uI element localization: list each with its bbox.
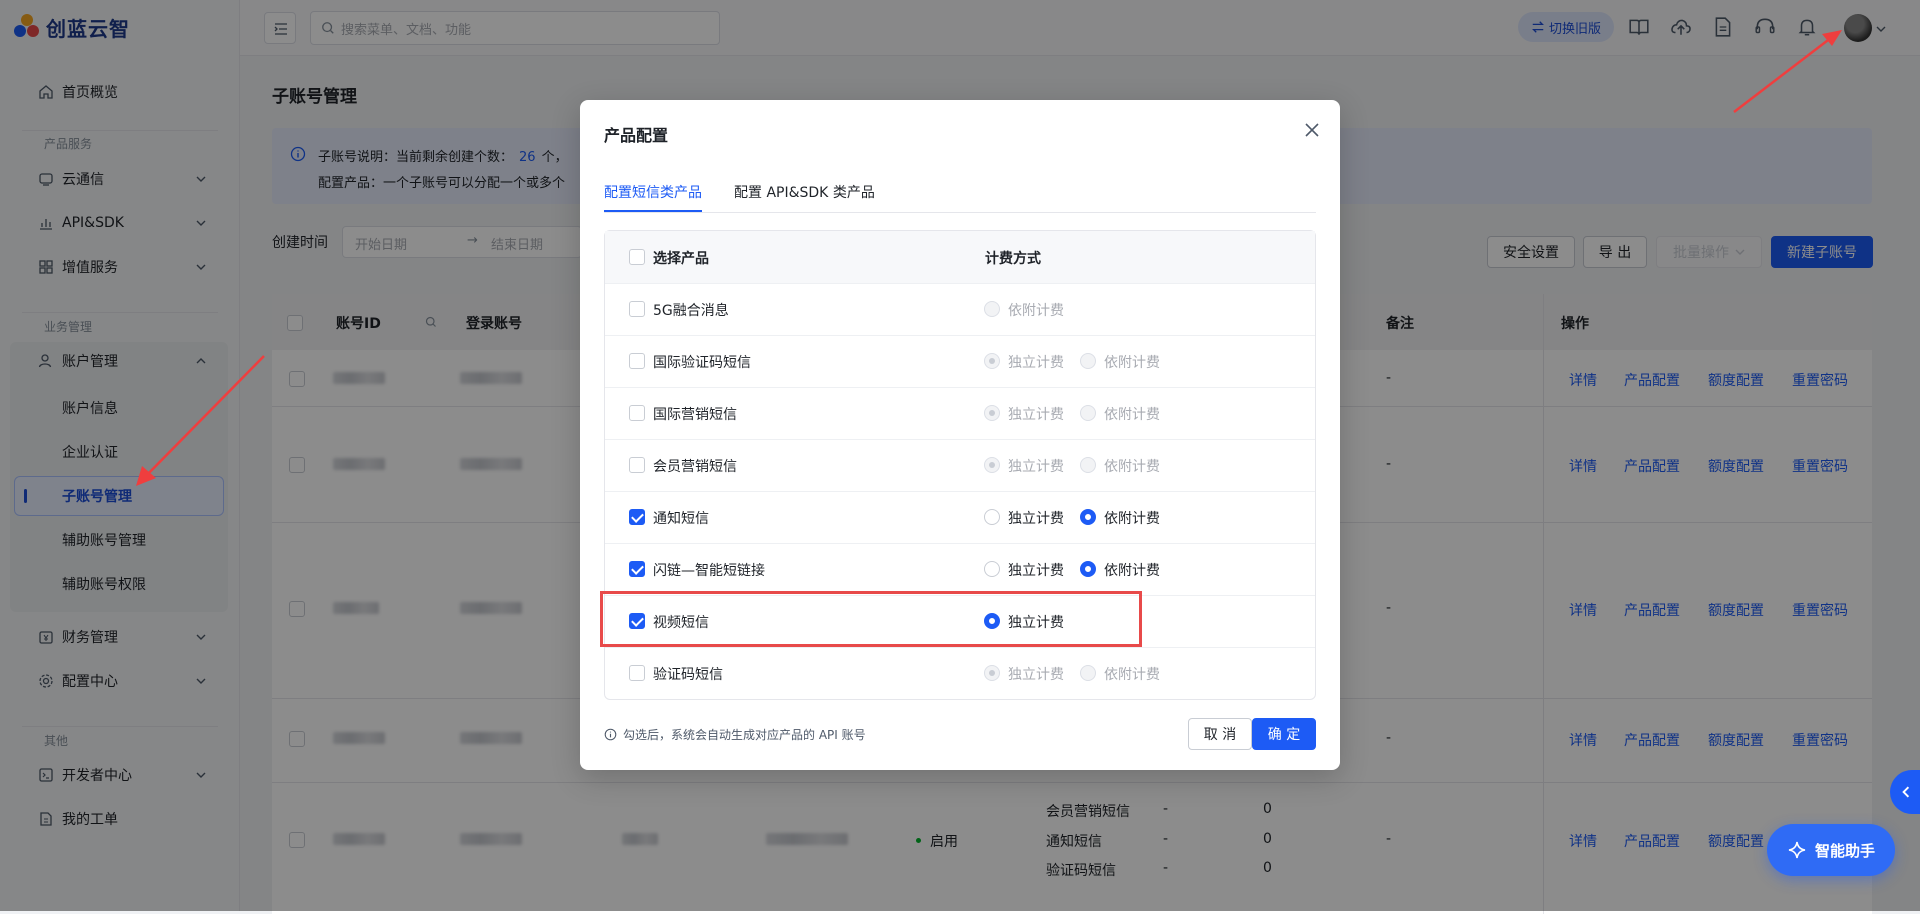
radio-label-independent: 独立计费 [1008,511,1064,527]
product-row-divider [605,335,1315,336]
product-checkbox-intl-verify[interactable] [629,353,645,369]
highlight-annotation-box [600,591,1142,647]
tab-api-sdk-products[interactable]: 配置 API&SDK 类产品 [734,182,875,202]
product-row-divider [605,283,1315,284]
radio-attached[interactable] [984,301,1000,317]
product-name-verify: 验证码短信 [653,667,723,683]
select-all-products-checkbox[interactable] [629,249,645,265]
product-checkbox-flash-link[interactable] [629,561,645,577]
product-checkbox-verify[interactable] [629,665,645,681]
product-checkbox-5g[interactable] [629,301,645,317]
col-select-product: 选择产品 [653,251,709,267]
product-row-divider [605,543,1315,544]
radio-label-attached: 依附计费 [1104,511,1160,527]
radio-label-independent: 独立计费 [1008,563,1064,579]
product-row-divider [605,491,1315,492]
radio-attached[interactable] [1080,405,1096,421]
info-icon [604,728,617,741]
product-name-flash-link: 闪链—智能短链接 [653,563,765,579]
chevron-left-icon [1902,786,1910,798]
product-name-intl-marketing: 国际营销短信 [653,407,737,423]
product-checkbox-intl-marketing[interactable] [629,405,645,421]
product-name-intl-verify: 国际验证码短信 [653,355,751,371]
radio-independent[interactable] [984,665,1000,681]
radio-attached[interactable] [1080,353,1096,369]
radio-attached[interactable] [1080,665,1096,681]
product-name-member-marketing: 会员营销短信 [653,459,737,475]
close-icon[interactable] [1300,118,1324,142]
modal-note: 勾选后，系统会自动生成对应产品的 API 账号 [604,726,866,743]
sparkle-icon [1788,841,1806,859]
tab-active-ink [604,210,702,212]
radio-label-independent: 独立计费 [1008,459,1064,475]
radio-label-independent: 独立计费 [1008,355,1064,371]
radio-independent[interactable] [984,405,1000,421]
product-row-divider [605,439,1315,440]
product-checkbox-member-marketing[interactable] [629,457,645,473]
product-name-5g: 5G融合消息 [653,303,729,319]
product-row-divider [605,387,1315,388]
col-billing-method: 计费方式 [985,251,1041,267]
ai-assistant-button[interactable]: 智能助手 [1767,824,1895,876]
radio-independent[interactable] [984,561,1000,577]
radio-attached[interactable] [1080,509,1096,525]
radio-independent[interactable] [984,509,1000,525]
product-table-header [605,231,1315,283]
radio-label-independent: 独立计费 [1008,407,1064,423]
tab-sms-products[interactable]: 配置短信类产品 [604,182,702,202]
tab-bar-line [604,212,1316,213]
radio-label-attached: 依附计费 [1104,459,1160,475]
radio-attached[interactable] [1080,457,1096,473]
radio-label-attached: 依附计费 [1104,407,1160,423]
modal-title: 产品配置 [604,126,669,145]
radio-attached[interactable] [1080,561,1096,577]
radio-label-attached: 依附计费 [1104,667,1160,683]
radio-label-independent: 独立计费 [1008,667,1064,683]
radio-independent[interactable] [984,457,1000,473]
cancel-button[interactable]: 取 消 [1188,718,1252,750]
product-checkbox-notify[interactable] [629,509,645,525]
radio-label-attached: 依附计费 [1008,303,1064,319]
radio-independent[interactable] [984,353,1000,369]
product-name-notify: 通知短信 [653,511,709,527]
product-row-divider [605,647,1315,648]
radio-label-attached: 依附计费 [1104,355,1160,371]
confirm-button[interactable]: 确 定 [1252,718,1316,750]
radio-label-attached: 依附计费 [1104,563,1160,579]
